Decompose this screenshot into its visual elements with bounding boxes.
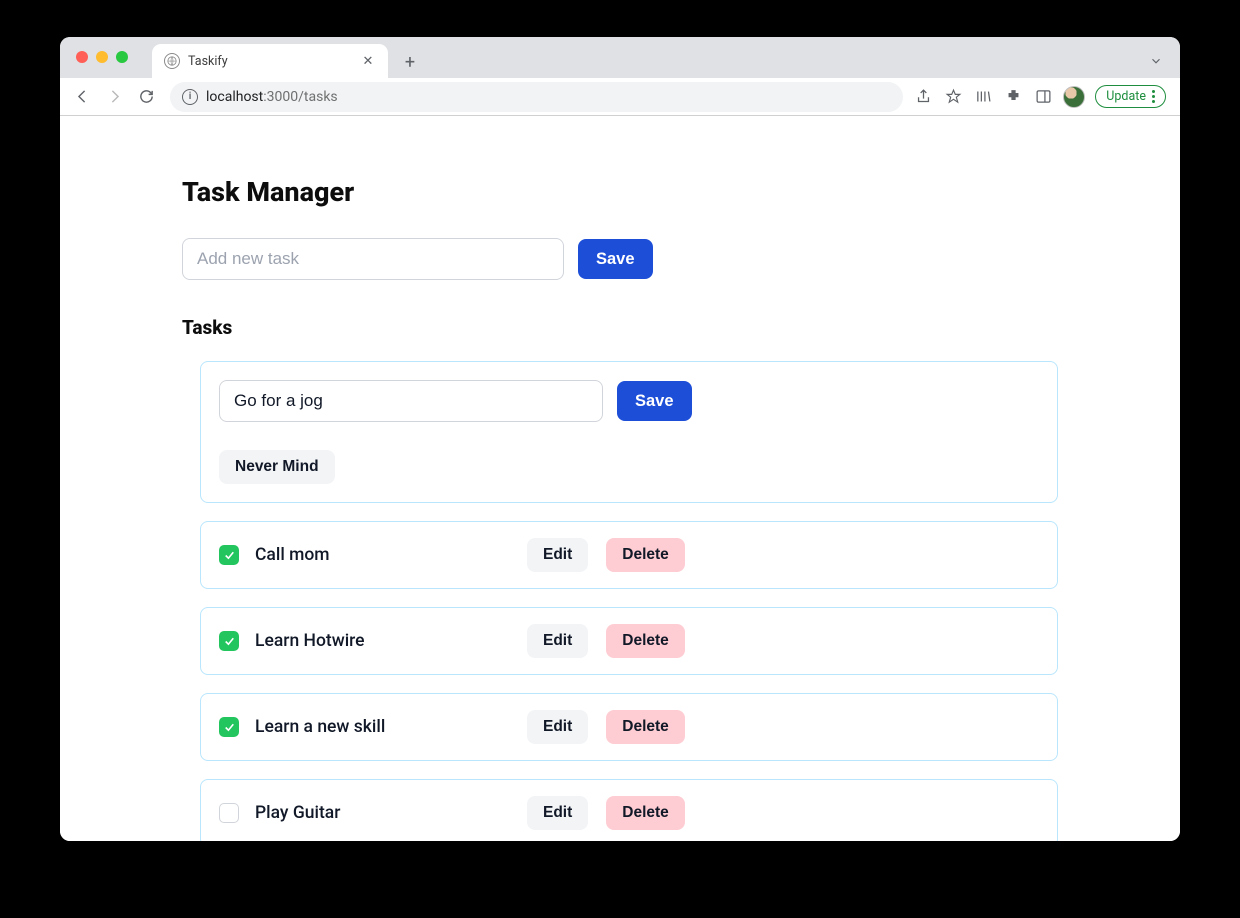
task-name: Play Guitar <box>255 803 511 823</box>
page-viewport: Task Manager Save Tasks Save Never Mind <box>60 116 1180 841</box>
browser-chrome: Taskify ✕ + i localhost:3000/tasks <box>60 37 1180 116</box>
tab-strip: Taskify ✕ + <box>60 37 1180 78</box>
tasks-heading: Tasks <box>182 316 1058 339</box>
task-row: Play Guitar Edit Delete <box>200 779 1058 841</box>
tabs-dropdown-icon[interactable] <box>1146 51 1166 71</box>
site-info-icon[interactable]: i <box>182 89 198 105</box>
task-name: Learn Hotwire <box>255 631 511 651</box>
browser-window: Taskify ✕ + i localhost:3000/tasks <box>60 37 1180 841</box>
edit-task-input[interactable] <box>219 380 603 422</box>
new-tab-button[interactable]: + <box>396 48 424 76</box>
task-checkbox[interactable] <box>219 803 239 823</box>
delete-task-button[interactable]: Delete <box>606 796 685 830</box>
address-bar[interactable]: i localhost:3000/tasks <box>170 82 903 112</box>
close-tab-icon[interactable]: ✕ <box>360 53 376 69</box>
task-name: Learn a new skill <box>255 717 511 737</box>
back-button[interactable] <box>68 83 96 111</box>
bookmark-star-icon[interactable] <box>943 87 963 107</box>
new-task-input[interactable] <box>182 238 564 280</box>
window-controls <box>76 51 128 63</box>
new-task-form: Save <box>182 238 1058 280</box>
save-new-task-button[interactable]: Save <box>578 239 653 279</box>
reload-button[interactable] <box>132 83 160 111</box>
update-button[interactable]: Update <box>1095 85 1166 108</box>
forward-button[interactable] <box>100 83 128 111</box>
task-edit-card: Save Never Mind <box>200 361 1058 503</box>
close-window-button[interactable] <box>76 51 88 63</box>
maximize-window-button[interactable] <box>116 51 128 63</box>
delete-task-button[interactable]: Delete <box>606 624 685 658</box>
task-row: Learn a new skill Edit Delete <box>200 693 1058 761</box>
extensions-icon[interactable] <box>1003 87 1023 107</box>
edit-task-button[interactable]: Edit <box>527 538 588 572</box>
task-name: Call mom <box>255 545 511 565</box>
task-checkbox[interactable] <box>219 631 239 651</box>
cancel-edit-button[interactable]: Never Mind <box>219 450 335 484</box>
library-icon[interactable] <box>973 87 993 107</box>
profile-avatar[interactable] <box>1063 86 1085 108</box>
edit-task-button[interactable]: Edit <box>527 796 588 830</box>
task-checkbox[interactable] <box>219 545 239 565</box>
edit-task-button[interactable]: Edit <box>527 624 588 658</box>
share-icon[interactable] <box>913 87 933 107</box>
tab-title: Taskify <box>188 54 228 69</box>
save-edit-button[interactable]: Save <box>617 381 692 421</box>
delete-task-button[interactable]: Delete <box>606 710 685 744</box>
task-list: Save Never Mind Call mom Edit Delete <box>200 361 1058 841</box>
edit-task-button[interactable]: Edit <box>527 710 588 744</box>
page-title: Task Manager <box>182 176 1058 208</box>
page-content: Task Manager Save Tasks Save Never Mind <box>182 116 1058 841</box>
task-row: Learn Hotwire Edit Delete <box>200 607 1058 675</box>
globe-icon <box>164 53 180 69</box>
toolbar-icons: Update <box>913 85 1172 108</box>
task-row: Call mom Edit Delete <box>200 521 1058 589</box>
delete-task-button[interactable]: Delete <box>606 538 685 572</box>
url-text: localhost:3000/tasks <box>206 89 338 105</box>
task-checkbox[interactable] <box>219 717 239 737</box>
address-bar-row: i localhost:3000/tasks <box>60 78 1180 115</box>
menu-kebab-icon <box>1152 90 1155 103</box>
browser-tab[interactable]: Taskify ✕ <box>152 44 388 78</box>
minimize-window-button[interactable] <box>96 51 108 63</box>
side-panel-icon[interactable] <box>1033 87 1053 107</box>
